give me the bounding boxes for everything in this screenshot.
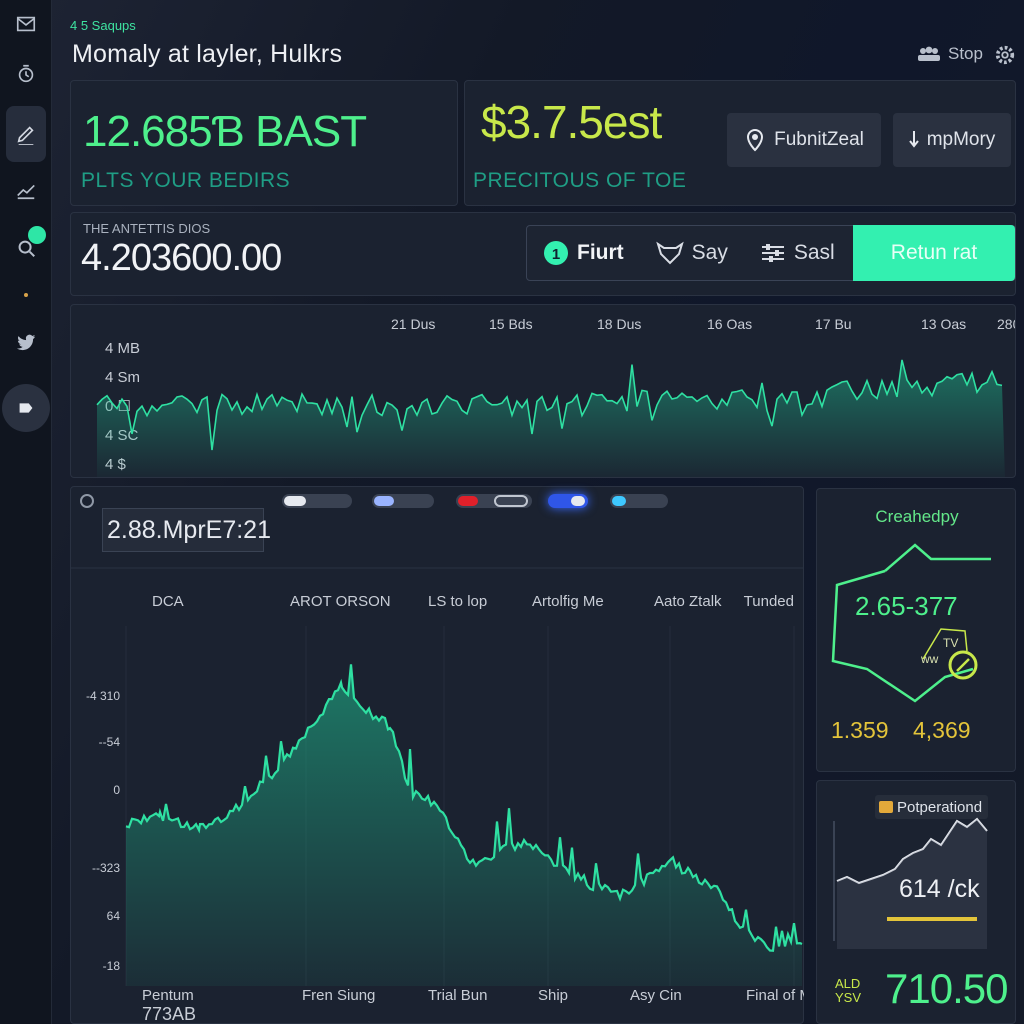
gear-icon[interactable] xyxy=(994,44,1016,66)
return-button[interactable]: Retun rat xyxy=(853,225,1015,281)
y-axis-label: 64 xyxy=(107,909,121,923)
fox-icon xyxy=(655,241,684,265)
twitter-icon[interactable] xyxy=(6,322,46,362)
y-axis-label: --323 xyxy=(92,861,120,875)
top-x-label: 18 Dus xyxy=(597,316,641,332)
column-label: LS to lop xyxy=(428,593,487,610)
top-x-label: 13 Oas xyxy=(921,316,966,332)
card-title: Creahedpy xyxy=(875,507,959,526)
svg-text:1: 1 xyxy=(552,246,560,263)
x-axis-label: Fren Siung xyxy=(302,987,375,1004)
mail-icon[interactable] xyxy=(6,4,46,44)
y-axis-label: 0 xyxy=(113,783,120,797)
x-axis-label: Final of Maing xyxy=(746,987,804,1004)
segment-label: Sasl xyxy=(793,241,835,264)
kpi-label: PLTS YOUR BEDIRS xyxy=(81,169,291,192)
main-area-chart: DCA AROT ORSON LS to lop Artolfig Me Aato Zt… xyxy=(70,567,804,1004)
side-card-potperationd: Potperationd 614 /ck ALD YSV 710.50 xyxy=(816,780,1016,1024)
balance-value: 4.203600.00 xyxy=(81,237,282,279)
chart-icon[interactable] xyxy=(6,170,46,210)
search-icon[interactable] xyxy=(6,226,46,268)
kpi-label: PRECITOUS OF TOE xyxy=(473,169,687,192)
kpi-card-primary: 12.685Ɓ BAST PLTS YOUR BEDIRS xyxy=(70,80,458,206)
big-value: 710.50 xyxy=(885,965,1008,1012)
hexagon-gauge: TV ww xyxy=(831,543,991,703)
indicator-dot xyxy=(24,293,28,297)
download-icon xyxy=(908,131,919,148)
info-icon[interactable] xyxy=(79,493,95,509)
segmented-control: 1 Fiurt Say Sasl Retun rat xyxy=(526,225,1016,281)
segment-label: Say xyxy=(691,241,728,264)
x-axis-label: Pentum xyxy=(142,987,194,1004)
card-value: 2.65-377 xyxy=(855,591,958,621)
y-axis-label: -18 xyxy=(103,959,121,973)
tag-icon[interactable] xyxy=(2,384,50,432)
page-title: Momaly at layler, Hulkrs xyxy=(72,40,343,68)
kpi-value: 12.685Ɓ BAST xyxy=(83,107,367,156)
timer-icon[interactable] xyxy=(6,54,46,94)
column-label: AROT ORSON xyxy=(290,593,391,610)
button-label: mpMory xyxy=(926,129,996,150)
kpi-card-secondary: $3.7.5est PRECITOUS OF TOE FubnitZeal mp… xyxy=(464,80,1016,206)
column-label: DCA xyxy=(152,593,184,610)
button-label: FubnitZeal xyxy=(774,129,864,150)
balance-label: THE ANTETTIS DIOS xyxy=(83,221,211,236)
segment-sasl[interactable]: Sasl xyxy=(744,226,851,280)
segment-say[interactable]: Say xyxy=(640,226,744,280)
footer-value: 773AB xyxy=(142,1004,197,1024)
stop-label: Stop xyxy=(948,44,983,63)
top-sparkline-chart: 21 Dus 15 Bds 18 Dus 16 Oas 17 Bu 13 Oas 280 4… xyxy=(96,316,1016,477)
mpmory-button[interactable]: mpMory xyxy=(893,113,1011,167)
edit-icon[interactable] xyxy=(6,106,46,162)
card-value: 614 /ck xyxy=(899,875,980,903)
pin-icon xyxy=(747,128,764,152)
stat-a: 1.359 xyxy=(831,717,889,743)
chart-readout: 2.88.MprE7:21 xyxy=(102,508,271,552)
badge-icon: 1 xyxy=(544,241,568,265)
segment-label: Fiurt xyxy=(577,241,624,264)
top-legend-item: 4 MB xyxy=(105,340,140,357)
users-icon xyxy=(918,46,940,61)
breadcrumb[interactable]: 4 5 Saqups xyxy=(70,18,136,33)
column-label: Aato Ztalk xyxy=(654,593,722,610)
svg-text:TV: TV xyxy=(943,636,958,650)
top-x-label: 21 Dus xyxy=(391,316,435,332)
stop-button[interactable]: Stop xyxy=(916,44,983,64)
notification-badge xyxy=(28,226,46,244)
segment-fiurt[interactable]: 1 Fiurt xyxy=(527,226,640,280)
fubnitzeal-button[interactable]: FubnitZeal xyxy=(727,113,881,167)
column-label: Artolfig Me xyxy=(532,593,604,610)
sidebar xyxy=(0,0,52,1024)
top-x-label: 280 xyxy=(997,316,1016,332)
top-x-label: 17 Bu xyxy=(815,316,852,332)
kpi-value: $3.7.5est xyxy=(481,96,662,148)
y-axis-label: -4 310 xyxy=(86,689,120,703)
x-axis-label: Asy Cin xyxy=(630,987,682,1004)
top-legend-item: 4 Sm xyxy=(105,369,140,386)
stat-b: 4,369 xyxy=(913,717,971,743)
side-label: ALD YSV xyxy=(835,976,862,1005)
top-chart-panel: 21 Dus 15 Bds 18 Dus 16 Oas 17 Bu 13 Oas 280 4… xyxy=(70,304,1016,478)
x-axis-label: Ship xyxy=(538,987,568,1004)
side-card-creahedpy: Creahedpy TV ww 2.65-377 1.359 4,369 xyxy=(816,488,1016,772)
y-axis-label: --54 xyxy=(99,735,121,749)
top-x-label: 15 Bds xyxy=(489,316,533,332)
svg-text:ww: ww xyxy=(920,652,939,666)
toggle-1[interactable] xyxy=(282,494,352,508)
toggle-3[interactable] xyxy=(456,494,532,508)
toggle-4[interactable] xyxy=(548,494,588,508)
sliders-icon xyxy=(761,244,784,262)
toggle-5[interactable] xyxy=(610,494,668,508)
top-x-label: 16 Oas xyxy=(707,316,752,332)
x-axis-label: Trial Bun xyxy=(428,987,487,1004)
column-label: Tunded xyxy=(744,593,794,610)
toggle-2[interactable] xyxy=(372,494,434,508)
